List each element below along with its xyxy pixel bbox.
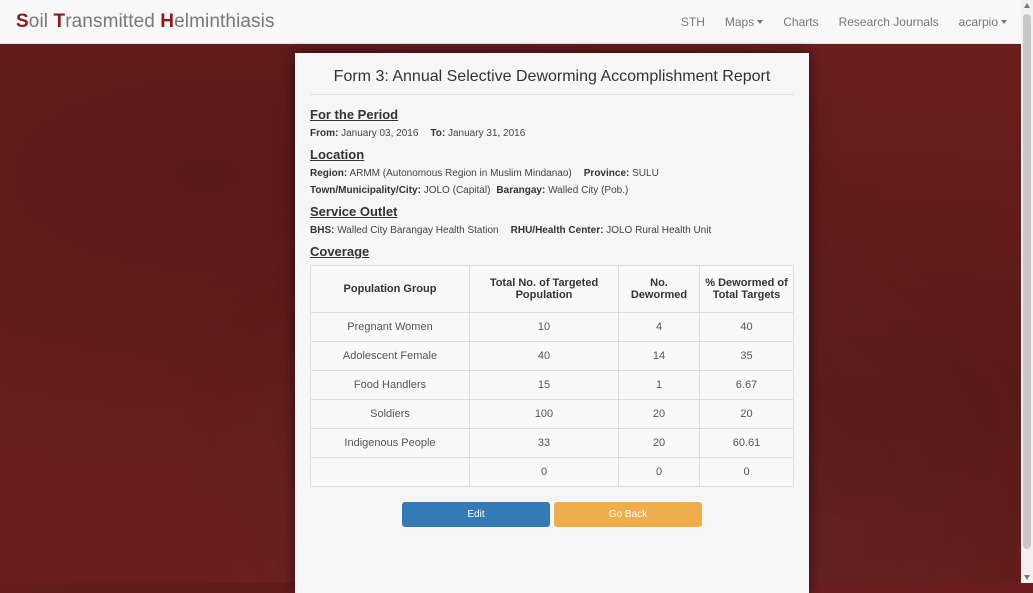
table-row: Food Handlers 15 1 6.67 xyxy=(310,370,794,400)
table-cell: 100 xyxy=(469,399,619,429)
town-line: Town/Municipality/City: JOLO (Capital) Ba… xyxy=(310,185,794,196)
brand-letter-t: T xyxy=(53,10,66,32)
town-value: JOLO (Capital) xyxy=(423,185,491,196)
town-label: Town/Municipality/City: xyxy=(310,185,421,196)
table-cell: Soldiers xyxy=(310,399,470,429)
period-line: From: January 03, 2016 To: January 31, 20… xyxy=(310,128,794,139)
table-cell: Indigenous People xyxy=(310,428,470,458)
report-card: Form 3: Annual Selective Deworming Accom… xyxy=(295,53,809,593)
nav-journals-label: Research Journals xyxy=(838,14,939,29)
caret-down-icon xyxy=(757,19,764,24)
table-cell: 14 xyxy=(618,341,700,371)
table-cell: 6.67 xyxy=(699,370,794,400)
brand-text: ransmitted xyxy=(65,10,161,32)
table-row: Pregnant Women 10 4 40 xyxy=(310,312,794,342)
col-header: Population Group xyxy=(310,265,470,313)
table-cell: 60.61 xyxy=(699,428,794,458)
table-cell: 0 xyxy=(618,457,700,487)
bhs-value: Walled City Barangay Health Station xyxy=(337,225,499,236)
col-header: % Dewormed of Total Targets xyxy=(699,265,794,313)
service-outlet-heading: Service Outlet xyxy=(310,204,398,219)
brand-text: oil xyxy=(28,10,54,32)
province-value: SULU xyxy=(632,168,659,179)
outlet-line: BHS: Walled City Barangay Health Station… xyxy=(310,225,794,236)
table-cell: 33 xyxy=(469,428,619,458)
table-cell: 4 xyxy=(618,312,700,342)
brand-text: elminthiasis xyxy=(174,10,275,32)
province-label: Province: xyxy=(583,168,630,179)
caret-down-icon xyxy=(1001,19,1007,24)
location-heading: Location xyxy=(310,147,365,162)
rhu-value: JOLO Rural Health Unit xyxy=(606,225,712,236)
table-cell: 40 xyxy=(699,312,794,342)
col-header: Total No. of Targeted Population xyxy=(469,265,619,313)
from-value: January 03, 2016 xyxy=(341,128,419,139)
barangay-value: Walled City (Pob.) xyxy=(548,185,629,196)
table-cell: 20 xyxy=(699,399,794,429)
table-cell: Adolescent Female xyxy=(310,341,470,371)
nav-sth-label: STH xyxy=(680,14,705,29)
scroll-down-icon[interactable] xyxy=(1024,575,1030,580)
table-cell: 20 xyxy=(618,399,700,429)
from-label: From: xyxy=(310,128,339,139)
table-cell: 10 xyxy=(469,312,619,342)
top-navbar: Soil Transmitted Helminthiasis STH Maps … xyxy=(0,0,1021,44)
go-back-button[interactable]: Go Back xyxy=(554,502,702,527)
nav-charts[interactable]: Charts xyxy=(773,15,828,29)
nav-sth[interactable]: STH xyxy=(671,15,715,29)
brand-logo[interactable]: Soil Transmitted Helminthiasis xyxy=(16,11,275,33)
col-header: No. Dewormed xyxy=(618,265,700,313)
table-row: 0 0 0 xyxy=(310,457,794,487)
table-cell: 20 xyxy=(618,428,700,458)
table-cell: 1 xyxy=(618,370,700,400)
nav-user-dropdown[interactable]: acarpio xyxy=(949,15,1017,29)
table-cell: 40 xyxy=(469,341,619,371)
nav-links: STH Maps Charts Research Journals acarpi… xyxy=(671,15,1017,29)
table-row: Soldiers 100 20 20 xyxy=(310,399,794,429)
scroll-up-icon[interactable] xyxy=(1024,3,1030,8)
table-row: Adolescent Female 40 14 35 xyxy=(310,341,794,371)
bhs-label: BHS: xyxy=(310,225,335,236)
table-header-row: Population Group Total No. of Targeted P… xyxy=(310,265,794,313)
table-cell: Pregnant Women xyxy=(310,312,470,342)
coverage-table: Population Group Total No. of Targeted P… xyxy=(310,265,794,487)
page-scrollbar[interactable] xyxy=(1021,0,1033,583)
barangay-label: Barangay: xyxy=(496,185,546,196)
nav-user-label: acarpio xyxy=(958,14,998,29)
region-value: ARMM (Autonomous Region in Muslim Mindan… xyxy=(349,168,572,179)
page-title: Form 3: Annual Selective Deworming Accom… xyxy=(310,53,794,95)
brand-letter-s: S xyxy=(16,10,29,32)
table-cell: 0 xyxy=(469,457,619,487)
action-buttons: Edit Go Back xyxy=(310,502,794,527)
nav-research-journals[interactable]: Research Journals xyxy=(829,15,949,29)
table-cell: Food Handlers xyxy=(310,370,470,400)
region-label: Region: xyxy=(310,168,348,179)
nav-maps-dropdown[interactable]: Maps xyxy=(715,15,773,29)
table-cell: 0 xyxy=(699,457,794,487)
table-row: Indigenous People 33 20 60.61 xyxy=(310,428,794,458)
table-cell: 15 xyxy=(469,370,619,400)
coverage-heading: Coverage xyxy=(310,244,370,259)
table-cell xyxy=(310,457,470,487)
period-heading: For the Period xyxy=(310,107,399,122)
table-cell: 35 xyxy=(699,341,794,371)
nav-charts-label: Charts xyxy=(783,14,819,29)
to-label: To: xyxy=(430,128,446,139)
rhu-label: RHU/Health Center: xyxy=(510,225,604,236)
nav-maps-label: Maps xyxy=(724,14,755,29)
edit-button[interactable]: Edit xyxy=(402,502,550,527)
scrollbar-thumb[interactable] xyxy=(1023,14,1031,549)
region-line: Region: ARMM (Autonomous Region in Musli… xyxy=(310,168,794,179)
to-value: January 31, 2016 xyxy=(448,128,526,139)
brand-letter-h: H xyxy=(160,10,175,32)
